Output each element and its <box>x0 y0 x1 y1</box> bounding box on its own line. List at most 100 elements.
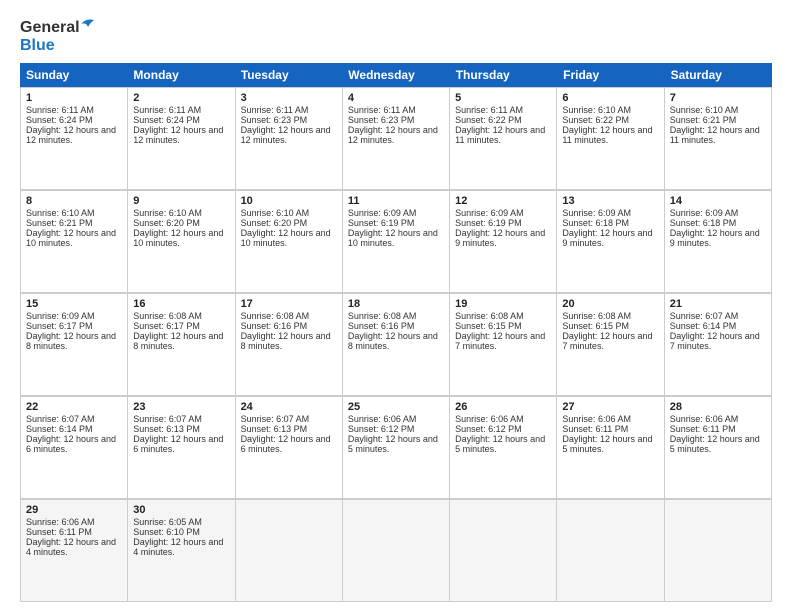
daylight-text: Daylight: 12 hours and 10 minutes. <box>348 228 438 248</box>
sunset-text: Sunset: 6:20 PM <box>133 218 200 228</box>
day-number: 26 <box>455 401 551 413</box>
daylight-text: Daylight: 12 hours and 11 minutes. <box>670 125 760 145</box>
day-number: 22 <box>26 401 122 413</box>
calendar-cell: 10Sunrise: 6:10 AMSunset: 6:20 PMDayligh… <box>236 191 343 293</box>
calendar-cell: 14Sunrise: 6:09 AMSunset: 6:18 PMDayligh… <box>665 191 772 293</box>
day-number: 12 <box>455 195 551 207</box>
day-number: 14 <box>670 195 766 207</box>
daylight-text: Daylight: 12 hours and 12 minutes. <box>133 125 223 145</box>
calendar-cell-empty <box>557 500 664 602</box>
sunset-text: Sunset: 6:19 PM <box>455 218 522 228</box>
sunrise-text: Sunrise: 6:10 AM <box>670 105 739 115</box>
sunset-text: Sunset: 6:14 PM <box>26 424 93 434</box>
calendar-cell: 27Sunrise: 6:06 AMSunset: 6:11 PMDayligh… <box>557 397 664 499</box>
sunset-text: Sunset: 6:10 PM <box>133 527 200 537</box>
sunrise-text: Sunrise: 6:06 AM <box>670 414 739 424</box>
sunrise-text: Sunrise: 6:08 AM <box>455 311 524 321</box>
day-number: 18 <box>348 298 444 310</box>
daylight-text: Daylight: 12 hours and 8 minutes. <box>26 331 116 351</box>
sunset-text: Sunset: 6:11 PM <box>562 424 628 434</box>
calendar-header-cell: Sunday <box>20 63 127 87</box>
daylight-text: Daylight: 12 hours and 5 minutes. <box>562 434 652 454</box>
sunrise-text: Sunrise: 6:07 AM <box>670 311 739 321</box>
calendar-cell-empty <box>343 500 450 602</box>
calendar-cell: 7Sunrise: 6:10 AMSunset: 6:21 PMDaylight… <box>665 88 772 190</box>
day-number: 24 <box>241 401 337 413</box>
daylight-text: Daylight: 12 hours and 8 minutes. <box>348 331 438 351</box>
day-number: 15 <box>26 298 122 310</box>
page: General Blue SundayMondayTuesdayWednesda… <box>0 0 792 612</box>
sunset-text: Sunset: 6:17 PM <box>133 321 200 331</box>
sunrise-text: Sunrise: 6:11 AM <box>348 105 416 115</box>
sunset-text: Sunset: 6:14 PM <box>670 321 737 331</box>
daylight-text: Daylight: 12 hours and 11 minutes. <box>562 125 652 145</box>
sunrise-text: Sunrise: 6:08 AM <box>241 311 310 321</box>
day-number: 5 <box>455 92 551 104</box>
daylight-text: Daylight: 12 hours and 10 minutes. <box>26 228 116 248</box>
daylight-text: Daylight: 12 hours and 7 minutes. <box>670 331 760 351</box>
calendar-header-cell: Tuesday <box>235 63 342 87</box>
daylight-text: Daylight: 12 hours and 7 minutes. <box>455 331 545 351</box>
calendar-cell: 17Sunrise: 6:08 AMSunset: 6:16 PMDayligh… <box>236 294 343 396</box>
daylight-text: Daylight: 12 hours and 9 minutes. <box>455 228 545 248</box>
sunrise-text: Sunrise: 6:06 AM <box>455 414 524 424</box>
day-number: 13 <box>562 195 658 207</box>
sunset-text: Sunset: 6:23 PM <box>241 115 308 125</box>
sunrise-text: Sunrise: 6:10 AM <box>133 208 202 218</box>
calendar-cell-empty <box>450 500 557 602</box>
calendar-week-row: 22 Sunrise: 6:07 AM Sunset: 6:14 PM Dayligh… <box>20 396 772 499</box>
daylight-text: Daylight: 12 hours and 10 minutes. <box>133 228 223 248</box>
sunset-text: Sunset: 6:19 PM <box>348 218 415 228</box>
sunset-text: Sunset: 6:21 PM <box>670 115 737 125</box>
daylight-text: Daylight: 12 hours and 12 minutes. <box>241 125 331 145</box>
header: General Blue <box>20 18 772 55</box>
calendar-header-cell: Monday <box>127 63 234 87</box>
sunset-text: Sunset: 6:18 PM <box>670 218 737 228</box>
sunset-text: Sunset: 6:16 PM <box>241 321 308 331</box>
sunrise-text: Sunrise: 6:10 AM <box>562 105 631 115</box>
day-number: 21 <box>670 298 766 310</box>
calendar-header-cell: Saturday <box>665 63 772 87</box>
sunset-text: Sunset: 6:13 PM <box>133 424 200 434</box>
day-number: 6 <box>562 92 658 104</box>
daylight-text: Daylight: 12 hours and 9 minutes. <box>562 228 652 248</box>
calendar-cell: 20Sunrise: 6:08 AMSunset: 6:15 PMDayligh… <box>557 294 664 396</box>
calendar-body: 1Sunrise: 6:11 AMSunset: 6:24 PMDaylight… <box>20 87 772 602</box>
sunset-text: Sunset: 6:16 PM <box>348 321 415 331</box>
daylight-text: Daylight: 12 hours and 5 minutes. <box>670 434 760 454</box>
sunset-text: Sunset: 6:12 PM <box>348 424 415 434</box>
calendar-cell: 3Sunrise: 6:11 AMSunset: 6:23 PMDaylight… <box>236 88 343 190</box>
day-number: 17 <box>241 298 337 310</box>
day-number: 16 <box>133 298 229 310</box>
calendar-cell: 24Sunrise: 6:07 AMSunset: 6:13 PMDayligh… <box>236 397 343 499</box>
sunrise-text: Sunrise: 6:11 AM <box>26 105 94 115</box>
logo-general-text: General <box>20 19 80 36</box>
sunrise-text: Sunrise: 6:09 AM <box>562 208 631 218</box>
daylight-text: Daylight: 12 hours and 8 minutes. <box>133 331 223 351</box>
calendar: SundayMondayTuesdayWednesdayThursdayFrid… <box>20 63 772 602</box>
day-number: 2 <box>133 92 229 104</box>
sunrise-text: Sunrise: 6:06 AM <box>348 414 417 424</box>
calendar-week-row: 1Sunrise: 6:11 AMSunset: 6:24 PMDaylight… <box>20 87 772 190</box>
sunrise-text: Sunrise: 6:10 AM <box>241 208 310 218</box>
logo-container: General <box>20 18 95 37</box>
calendar-cell: 12Sunrise: 6:09 AMSunset: 6:19 PMDayligh… <box>450 191 557 293</box>
calendar-cell: 8Sunrise: 6:10 AMSunset: 6:21 PMDaylight… <box>21 191 128 293</box>
calendar-cell: 9Sunrise: 6:10 AMSunset: 6:20 PMDaylight… <box>128 191 235 293</box>
logo-blue-text: Blue <box>20 37 55 54</box>
calendar-cell: 19Sunrise: 6:08 AMSunset: 6:15 PMDayligh… <box>450 294 557 396</box>
sunrise-text: Sunrise: 6:11 AM <box>133 105 201 115</box>
sunrise-text: Sunrise: 6:06 AM <box>562 414 631 424</box>
calendar-cell-empty <box>236 500 343 602</box>
calendar-cell: 18Sunrise: 6:08 AMSunset: 6:16 PMDayligh… <box>343 294 450 396</box>
calendar-cell: 29Sunrise: 6:06 AMSunset: 6:11 PMDayligh… <box>21 500 128 602</box>
calendar-header-cell: Thursday <box>450 63 557 87</box>
sunrise-text: Sunrise: 6:07 AM <box>133 414 202 424</box>
calendar-cell: 25Sunrise: 6:06 AMSunset: 6:12 PMDayligh… <box>343 397 450 499</box>
day-number: 11 <box>348 195 444 207</box>
daylight-text: Daylight: 12 hours and 4 minutes. <box>26 537 116 557</box>
sunrise-text: Sunrise: 6:11 AM <box>455 105 523 115</box>
calendar-cell: 22Sunrise: 6:07 AMSunset: 6:14 PMDayligh… <box>21 397 128 499</box>
day-number: 4 <box>348 92 444 104</box>
sunset-text: Sunset: 6:21 PM <box>26 218 93 228</box>
